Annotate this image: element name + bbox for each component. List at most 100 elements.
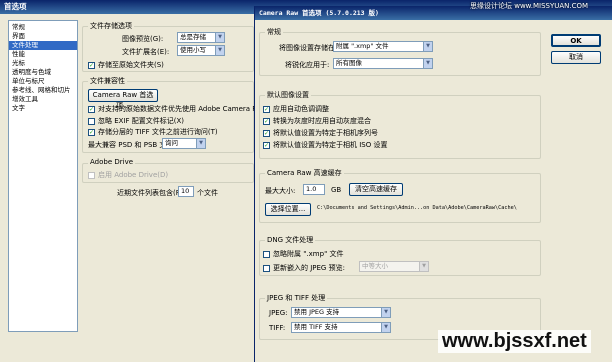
- auto-tone-checkbox[interactable]: ✓ 应用自动色调调整: [263, 104, 329, 114]
- compat-label: 文件兼容性: [88, 76, 127, 86]
- checkbox-checked-icon: ✓: [88, 105, 95, 113]
- sidebar-item-guides[interactable]: 参考线、网格和切片: [9, 86, 77, 95]
- sharpen-select[interactable]: 所有图像 ▼: [333, 58, 433, 69]
- drive-checkbox[interactable]: 启用 Adobe Drive(D): [88, 170, 168, 180]
- checkbox-checked-icon: ✓: [263, 129, 270, 137]
- tiff-handling-value: 禁用 TIFF 支持: [294, 323, 338, 331]
- checkbox-checked-icon: ✓: [88, 128, 95, 136]
- sidebar-item-plugins[interactable]: 增效工具: [9, 95, 77, 104]
- extension-value: 使用小写: [180, 46, 206, 54]
- sidebar-item-transparency[interactable]: 透明度与色域: [9, 68, 77, 77]
- choose-location-button[interactable]: 选择位置...: [265, 203, 311, 216]
- sharpen-label: 将锐化应用于:: [285, 61, 330, 69]
- chevron-down-icon: ▼: [215, 33, 224, 42]
- image-preview-value: 总是存储: [180, 33, 206, 41]
- tiff-ask-checkbox[interactable]: ✓ 存储分层的 TIFF 文件之前进行询问(T): [88, 127, 218, 137]
- update-jpeg-label: 更新嵌入的 JPEG 预览:: [273, 264, 345, 272]
- ignore-exif-label: 忽略 EXIF 配置文件标记(X): [98, 117, 185, 125]
- save-settings-select[interactable]: 附属 ".xmp" 文件 ▼: [333, 41, 433, 52]
- psd-compat-value: 询问: [165, 139, 178, 147]
- save-settings-label: 将图像设置存储在:: [279, 44, 338, 52]
- jpeg-handling-select[interactable]: 禁用 JPEG 支持 ▼: [291, 307, 391, 318]
- chevron-down-icon: ▼: [381, 308, 390, 317]
- purge-cache-label: 清空高速缓存: [355, 185, 397, 193]
- extension-label: 文件扩展名(E):: [122, 48, 170, 56]
- auto-tone-label: 应用自动色调调整: [273, 105, 329, 113]
- psd-compat-select[interactable]: 询问 ▼: [162, 138, 206, 149]
- cancel-label: 取消: [569, 53, 583, 61]
- sidebar-item-cursors[interactable]: 光标: [9, 59, 77, 68]
- recent-files-value: 10: [181, 187, 190, 195]
- image-preview-select[interactable]: 总是存储 ▼: [177, 32, 225, 43]
- save-original-label: 存储至原始文件夹(S): [98, 61, 164, 69]
- camera-raw-dialog: Camera Raw 首选项 (5.7.0.213 版) OK 取消 常规 将图…: [254, 6, 612, 362]
- ok-label: OK: [570, 37, 582, 45]
- max-size-label: 最大大小:: [265, 187, 296, 195]
- update-jpeg-checkbox[interactable]: 更新嵌入的 JPEG 预览:: [263, 263, 345, 273]
- drive-checkbox-label: 启用 Adobe Drive(D): [98, 171, 169, 179]
- cancel-button[interactable]: 取消: [551, 51, 601, 64]
- dng-label: DNG 文件处理: [265, 235, 316, 245]
- checkbox-checked-icon: ✓: [263, 105, 270, 113]
- chevron-down-icon: ▼: [381, 323, 390, 332]
- iso-default-label: 将默认值设置为特定于相机 ISO 设置: [273, 141, 388, 149]
- ignore-exif-checkbox[interactable]: 忽略 EXIF 配置文件标记(X): [88, 116, 184, 126]
- camera-raw-title: Camera Raw 首选项 (5.7.0.213 版): [259, 9, 379, 17]
- choose-location-label: 选择位置...: [270, 205, 306, 213]
- save-original-checkbox[interactable]: ✓ 存储至原始文件夹(S): [88, 60, 164, 70]
- watermark-bottom: www.bjssxf.net: [438, 330, 591, 353]
- sidebar-item-interface[interactable]: 界面: [9, 32, 77, 41]
- jpeg-preview-select[interactable]: 中等大小 ▼: [359, 261, 429, 272]
- sharpen-value: 所有图像: [336, 59, 362, 67]
- tiff-ask-label: 存储分层的 TIFF 文件之前进行询问(T): [98, 128, 218, 136]
- recent-files-input[interactable]: 10: [178, 186, 194, 197]
- chevron-down-icon: ▼: [423, 42, 432, 51]
- purge-cache-button[interactable]: 清空高速缓存: [349, 183, 403, 196]
- save-settings-value: 附属 ".xmp" 文件: [336, 42, 389, 50]
- sidebar-list: 常规 界面 文件处理 性能 光标 透明度与色域 单位与标尺 参考线、网格和切片 …: [8, 20, 78, 332]
- jpeg-tiff-label: JPEG 和 TIFF 处理: [265, 293, 328, 303]
- jpeg-handling-label: JPEG:: [269, 309, 288, 317]
- preferences-title: 首选项: [4, 2, 27, 11]
- save-options-label: 文件存储选项: [88, 21, 134, 31]
- checkbox-unchecked-icon: [263, 250, 270, 258]
- recent-files-unit: 个文件: [197, 189, 218, 197]
- sidebar-item-general[interactable]: 常规: [9, 23, 77, 32]
- sidebar-item-performance[interactable]: 性能: [9, 50, 77, 59]
- watermark-top: 思缘设计论坛 www.MISSYUAN.COM: [470, 2, 589, 10]
- auto-gray-label: 转换为灰度时应用自动灰度混合: [273, 117, 371, 125]
- tiff-handling-label: TIFF:: [269, 324, 286, 332]
- camera-raw-prefs-button[interactable]: Camera Raw 首选项...: [88, 89, 158, 110]
- sidebar-item-type[interactable]: 文字: [9, 104, 77, 113]
- ignore-xmp-label: 忽略附属 ".xmp" 文件: [273, 250, 344, 258]
- max-size-unit: GB: [331, 186, 342, 194]
- checkbox-unchecked-icon: [263, 264, 270, 272]
- cache-label: Camera Raw 高速缓存: [265, 168, 344, 178]
- chevron-down-icon: ▼: [215, 46, 224, 55]
- sidebar-item-units[interactable]: 单位与标尺: [9, 77, 77, 86]
- raw-priority-label: 对支持的原始数据文件优先使用 Adobe Camera Raw(C): [98, 105, 278, 113]
- checkbox-checked-icon: ✓: [88, 61, 95, 69]
- checkbox-checked-icon: ✓: [263, 141, 270, 149]
- chevron-down-icon: ▼: [419, 262, 428, 271]
- iso-default-checkbox[interactable]: ✓ 将默认值设置为特定于相机 ISO 设置: [263, 140, 387, 150]
- defaults-label: 默认图像设置: [265, 90, 311, 100]
- ignore-xmp-checkbox[interactable]: 忽略附属 ".xmp" 文件: [263, 249, 344, 259]
- extension-select[interactable]: 使用小写 ▼: [177, 45, 225, 56]
- raw-priority-checkbox[interactable]: ✓ 对支持的原始数据文件优先使用 Adobe Camera Raw(C): [88, 104, 277, 114]
- cache-path: C:\Documents and Settings\Admin...on Dat…: [317, 205, 517, 211]
- general-label: 常规: [265, 27, 283, 37]
- auto-gray-checkbox[interactable]: ✓ 转换为灰度时应用自动灰度混合: [263, 116, 371, 126]
- checkbox-checked-icon: ✓: [263, 117, 270, 125]
- sidebar-item-file-handling[interactable]: 文件处理: [9, 41, 77, 50]
- max-size-input[interactable]: 1.0: [303, 184, 325, 195]
- chevron-down-icon: ▼: [423, 59, 432, 68]
- max-size-value: 1.0: [306, 185, 317, 193]
- serial-default-checkbox[interactable]: ✓ 将默认值设置为特定于相机序列号: [263, 128, 378, 138]
- ok-button[interactable]: OK: [551, 34, 601, 47]
- jpeg-handling-value: 禁用 JPEG 支持: [294, 308, 340, 316]
- serial-default-label: 将默认值设置为特定于相机序列号: [273, 129, 378, 137]
- image-preview-label: 图像预览(G):: [122, 35, 164, 43]
- tiff-handling-select[interactable]: 禁用 TIFF 支持 ▼: [291, 322, 391, 333]
- checkbox-unchecked-icon: [88, 117, 95, 125]
